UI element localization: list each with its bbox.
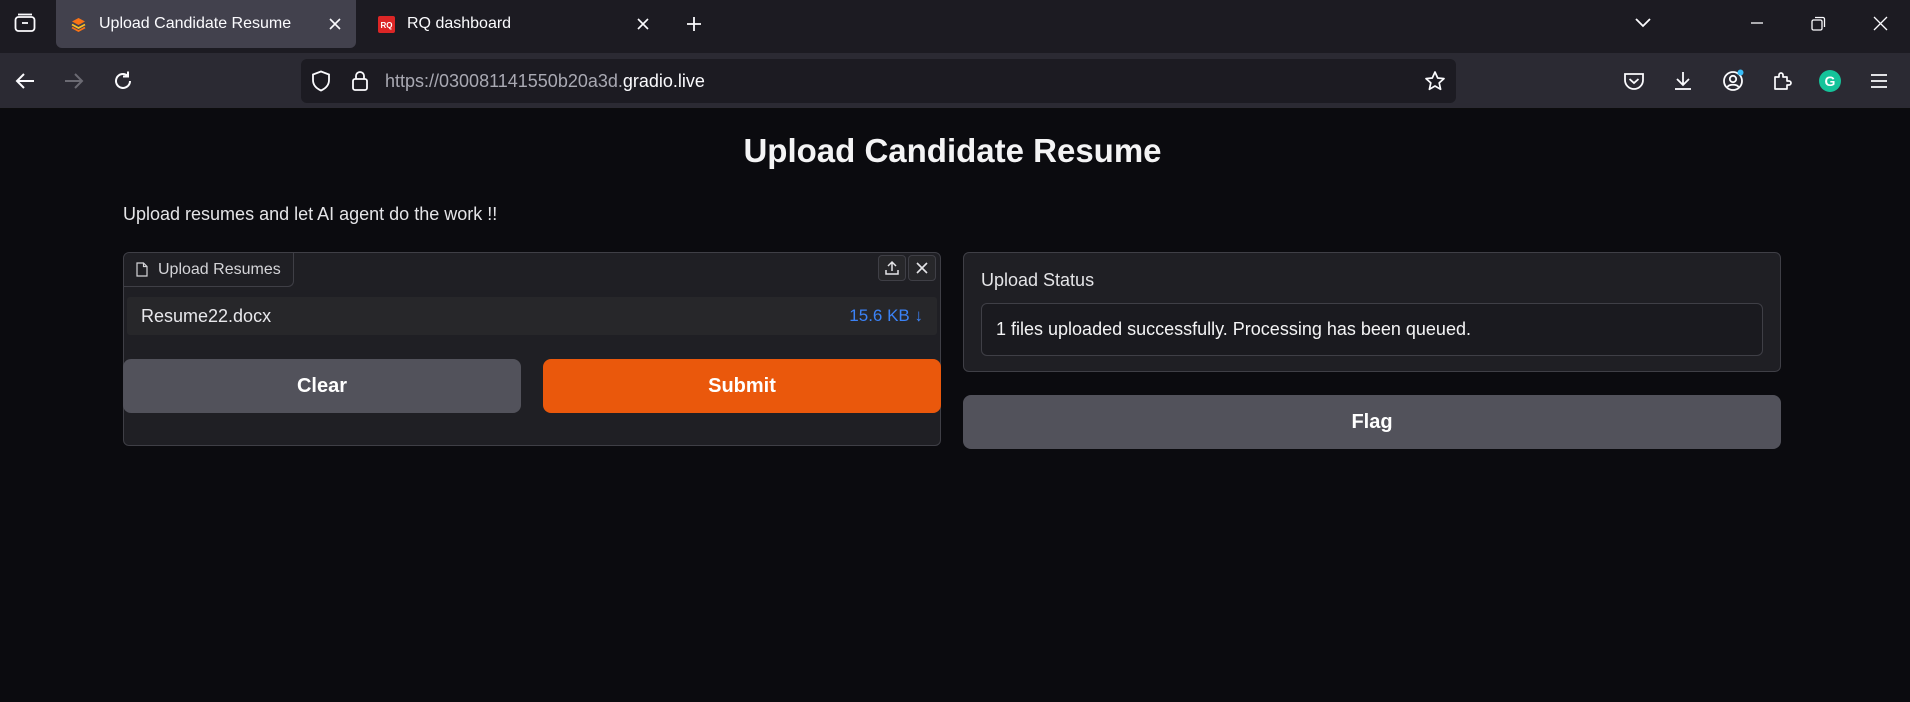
close-tab-icon[interactable] xyxy=(320,9,350,39)
hamburger-menu-icon xyxy=(1871,74,1887,88)
lock-icon[interactable] xyxy=(351,70,369,92)
url-text[interactable]: https://030081141550b20a3d.gradio.live xyxy=(385,59,705,103)
arrow-right-icon xyxy=(65,73,84,89)
file-actions xyxy=(878,255,936,281)
navigation-toolbar: https://030081141550b20a3d.gradio.live G xyxy=(0,53,1910,109)
file-upload-block[interactable]: Upload Resumes Resume22.docx 15.6 KB ↓ xyxy=(123,252,941,446)
close-icon xyxy=(1873,16,1887,30)
upload-button[interactable] xyxy=(878,255,906,281)
account-button[interactable] xyxy=(1715,63,1751,99)
list-all-tabs-button[interactable] xyxy=(0,0,50,46)
downloads-button[interactable] xyxy=(1665,63,1701,99)
tab-rq-dashboard[interactable]: RQ RQ dashboard xyxy=(364,0,664,48)
new-tab-button[interactable] xyxy=(678,8,710,40)
tab-overflow-button[interactable] xyxy=(1613,0,1673,46)
tabs-list-icon xyxy=(14,13,36,32)
file-upload-label-text: Upload Resumes xyxy=(158,260,281,278)
grammarly-button[interactable]: G xyxy=(1812,63,1848,99)
svg-text:G: G xyxy=(1825,73,1836,89)
tab-title: RQ dashboard xyxy=(407,15,512,32)
upload-status-label: Upload Status xyxy=(981,270,1095,290)
address-bar[interactable]: https://030081141550b20a3d.gradio.live xyxy=(301,59,1456,103)
close-tab-icon[interactable] xyxy=(628,9,658,39)
reload-button[interactable] xyxy=(105,63,141,99)
restore-button[interactable] xyxy=(1788,0,1848,46)
clear-button[interactable]: Clear xyxy=(123,359,521,413)
minimize-icon xyxy=(1751,22,1763,24)
tab-strip: Upload Candidate Resume RQ RQ dashboard xyxy=(0,0,1910,53)
reload-icon xyxy=(115,71,131,89)
download-icon xyxy=(1675,72,1691,90)
url-prefix: https://030081141550b20a3d. xyxy=(385,71,623,91)
chevron-down-icon xyxy=(1635,18,1651,28)
file-name: Resume22.docx xyxy=(141,305,272,326)
puzzle-icon xyxy=(1774,72,1792,90)
rq-logo-icon: RQ xyxy=(378,15,395,33)
page-description: Upload resumes and let AI agent do the w… xyxy=(123,204,498,224)
tab-upload-candidate-resume[interactable]: Upload Candidate Resume xyxy=(56,0,356,48)
tab-title: Upload Candidate Resume xyxy=(99,15,292,32)
submit-button[interactable]: Submit xyxy=(543,359,941,413)
pocket-button[interactable] xyxy=(1616,63,1652,99)
upload-status-block: Upload Status 1 files uploaded successfu… xyxy=(963,252,1781,372)
file-icon xyxy=(136,262,148,277)
flag-button[interactable]: Flag xyxy=(963,395,1781,449)
upload-icon xyxy=(885,260,899,275)
close-window-button[interactable] xyxy=(1850,0,1910,46)
grammarly-icon: G xyxy=(1819,70,1841,92)
arrow-left-icon xyxy=(15,73,34,89)
clear-files-button[interactable] xyxy=(908,255,936,281)
gradio-logo-icon xyxy=(70,16,87,33)
url-host: gradio.live xyxy=(622,71,705,91)
forward-button[interactable] xyxy=(56,63,92,99)
pocket-icon xyxy=(1624,73,1644,90)
shield-icon[interactable] xyxy=(311,70,331,92)
file-list-item: Resume22.docx 15.6 KB ↓ xyxy=(127,297,937,335)
bookmark-star-icon[interactable] xyxy=(1424,70,1446,92)
close-icon xyxy=(916,262,928,274)
back-button[interactable] xyxy=(7,63,43,99)
upload-status-output[interactable]: 1 files uploaded successfully. Processin… xyxy=(981,303,1763,356)
account-icon xyxy=(1723,69,1744,91)
svg-text:RQ: RQ xyxy=(381,21,393,30)
page-title: Upload Candidate Resume xyxy=(743,132,1162,169)
file-upload-label: Upload Resumes xyxy=(124,253,294,287)
minimize-button[interactable] xyxy=(1727,0,1787,46)
file-size-download-link[interactable]: 15.6 KB ↓ xyxy=(849,306,923,326)
page-content: Upload Candidate Resume Upload resumes a… xyxy=(0,110,1910,702)
menu-button[interactable] xyxy=(1861,63,1897,99)
restore-icon xyxy=(1810,16,1825,31)
extensions-button[interactable] xyxy=(1764,63,1800,99)
plus-icon xyxy=(687,17,701,31)
